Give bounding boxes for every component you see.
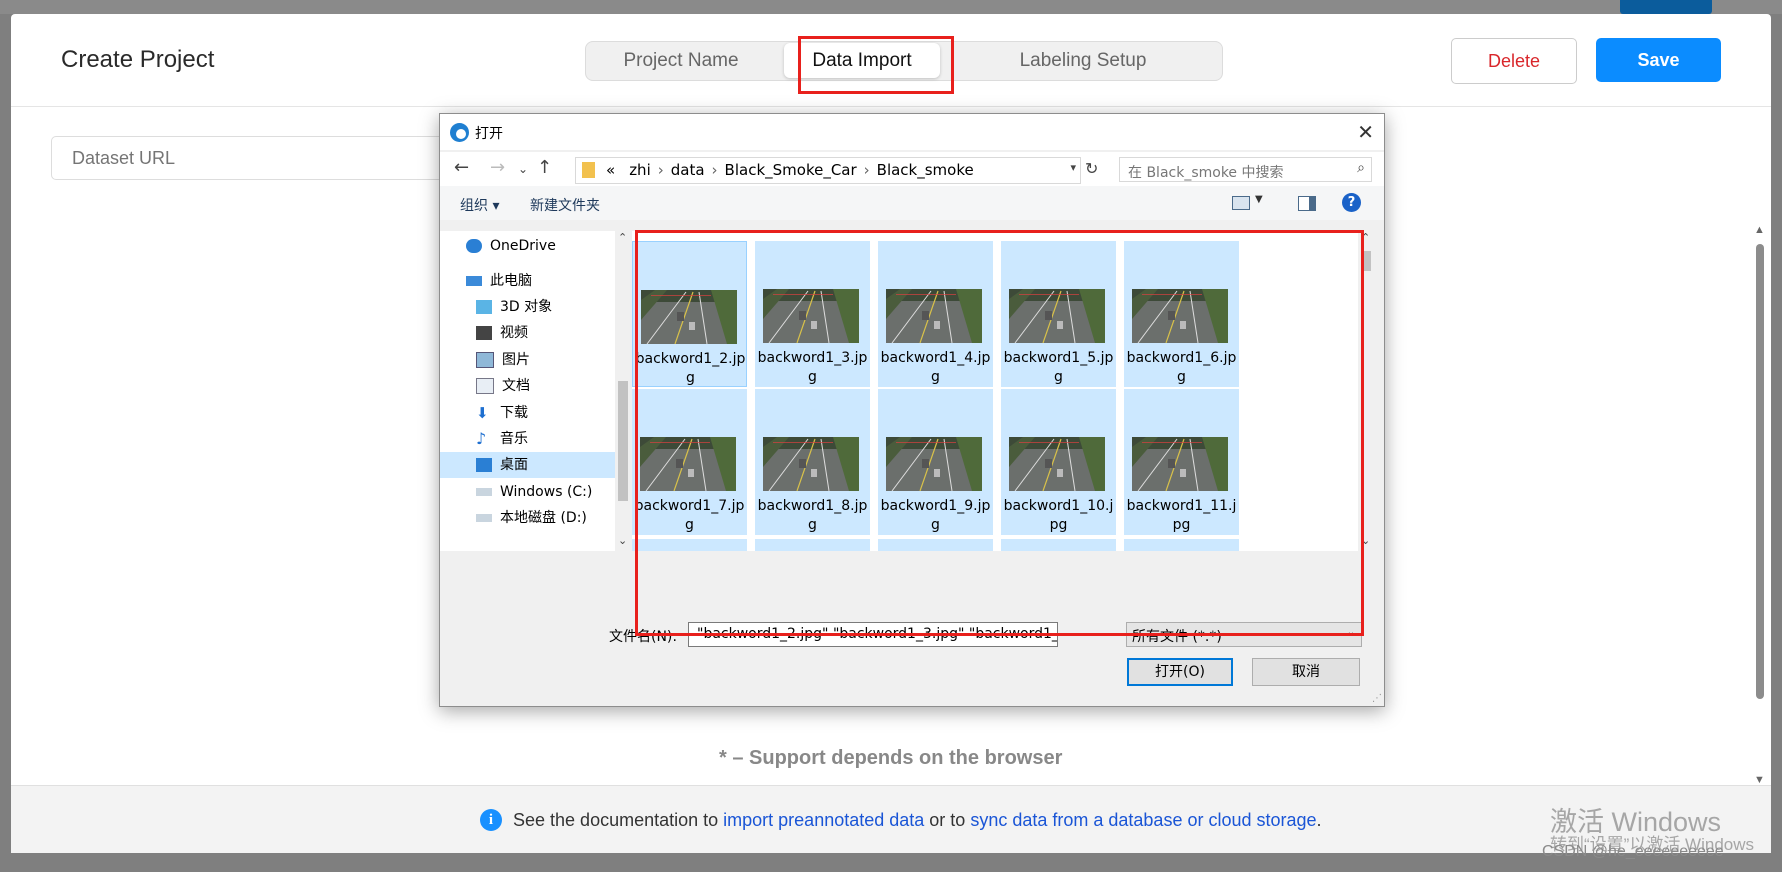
forward-arrow-icon[interactable]: → (490, 157, 505, 178)
close-icon[interactable]: ✕ (1357, 120, 1374, 144)
sidebar-item-label: 本地磁盘 (D:) (500, 510, 587, 526)
view-mode-icon[interactable] (1232, 196, 1250, 210)
sidebar-item-label: 此电脑 (490, 273, 532, 289)
search-input[interactable]: 在 Black_smoke 中搜索 ⌕ (1119, 157, 1372, 182)
modal-title: Create Project (61, 46, 215, 73)
sidebar-item-local-d[interactable]: 本地磁盘 (D:) (476, 505, 587, 531)
tab-project-name[interactable]: Project Name (586, 42, 776, 80)
sidebar-item-label: 下载 (500, 405, 528, 421)
sidebar-item-label: Windows (C:) (500, 484, 593, 500)
modal-scrollbar[interactable]: ▲ ▼ (1753, 224, 1767, 786)
cancel-button[interactable]: 取消 (1252, 658, 1360, 686)
dialog-command-bar: 组织 ▾ 新建文件夹 ▼ ? (440, 186, 1384, 220)
refresh-icon[interactable]: ↻ (1085, 159, 1098, 178)
breadcrumb-zhi[interactable]: zhi (629, 161, 651, 179)
nav-scrollbar[interactable]: ⌃ ⌄ (615, 231, 632, 551)
open-button[interactable]: 打开(O) (1127, 658, 1233, 686)
desktop-icon (476, 458, 492, 472)
sidebar-item-label: 音乐 (500, 431, 528, 447)
navigation-pane: OneDrive 此电脑 3D 对象 视频 图片 文档 ⬇ 下载 ♪ 音乐 桌面 W… (440, 231, 615, 551)
breadcrumb-overflow[interactable]: « (606, 161, 615, 179)
sidebar-item-3d-objects[interactable]: 3D 对象 (476, 294, 552, 320)
picture-icon (476, 352, 494, 368)
view-dropdown-icon[interactable]: ▼ (1255, 194, 1263, 205)
recent-dropdown-icon[interactable]: ⌄ (518, 162, 528, 176)
sidebar-item-onedrive[interactable]: OneDrive (466, 233, 556, 259)
cloud-icon (466, 239, 482, 253)
top-create-button[interactable] (1620, 0, 1712, 14)
scroll-up-arrow[interactable]: ⌃ (618, 231, 627, 244)
dialog-titlebar: 打开 ✕ (440, 114, 1384, 150)
sidebar-item-label: OneDrive (490, 238, 556, 254)
modal-footer: i See the documentation to import preann… (11, 785, 1771, 853)
sync-data-link[interactable]: sync data from a database or cloud stora… (970, 810, 1316, 830)
back-arrow-icon[interactable]: ← (454, 157, 469, 178)
download-icon: ⬇ (476, 404, 489, 422)
music-icon: ♪ (476, 429, 487, 448)
search-placeholder: 在 Black_smoke 中搜索 (1128, 165, 1284, 181)
info-icon: i (480, 809, 502, 831)
breadcrumb: «zhi › data › Black_Smoke_Car › Black_smoke (606, 161, 974, 179)
app-topbar (0, 0, 1782, 14)
sidebar-item-music[interactable]: ♪ 音乐 (476, 426, 528, 452)
sidebar-item-label: 3D 对象 (500, 299, 553, 315)
footer-text: See the documentation to import preannot… (513, 810, 1322, 831)
computer-icon (466, 276, 482, 286)
csdn-watermark: CSDN @he_eeeeeeeeee (1542, 843, 1724, 860)
document-icon (476, 378, 494, 394)
film-icon (476, 326, 492, 340)
sidebar-item-label: 图片 (502, 352, 530, 368)
up-arrow-icon[interactable]: ↑ (537, 157, 552, 178)
drive-icon (476, 488, 492, 496)
cube-icon (476, 300, 492, 314)
drive-icon (476, 514, 492, 522)
dialog-navigation-row: ← → ⌄ ↑ «zhi › data › Black_Smoke_Car › Black_… (440, 152, 1384, 186)
highlight-box-files (635, 230, 1364, 636)
breadcrumb-black-smoke-car[interactable]: Black_Smoke_Car (725, 161, 857, 179)
highlight-box-tab (798, 36, 954, 94)
scroll-thumb[interactable] (618, 381, 628, 501)
footer-suffix: . (1316, 810, 1322, 830)
new-folder-button[interactable]: 新建文件夹 (530, 195, 600, 215)
resize-grip-icon[interactable]: ⋰ (1372, 693, 1382, 704)
sidebar-item-windows-c[interactable]: Windows (C:) (476, 479, 592, 505)
scroll-down-arrow[interactable]: ⌄ (618, 534, 627, 547)
sidebar-item-documents[interactable]: 文档 (476, 373, 530, 399)
sidebar-item-label: 桌面 (500, 457, 528, 473)
scroll-thumb[interactable] (1756, 244, 1764, 699)
scroll-up-arrow[interactable]: ▲ (1754, 224, 1765, 236)
sidebar-item-label: 视频 (500, 325, 528, 341)
search-icon: ⌕ (1357, 160, 1365, 176)
help-icon[interactable]: ? (1342, 193, 1361, 212)
support-note: * – Support depends on the browser (719, 747, 1063, 769)
sidebar-item-label: 文档 (502, 378, 530, 394)
import-preannotated-link[interactable]: import preannotated data (723, 810, 924, 830)
footer-middle: or to (924, 810, 971, 830)
dialog-title: 打开 (475, 126, 503, 142)
sidebar-item-downloads[interactable]: ⬇ 下载 (476, 400, 528, 426)
sidebar-item-pictures[interactable]: 图片 (476, 347, 530, 373)
breadcrumb-data[interactable]: data (671, 161, 705, 179)
address-bar[interactable]: «zhi › data › Black_Smoke_Car › Black_smoke ▾ (575, 157, 1081, 184)
address-dropdown-icon[interactable]: ▾ (1070, 161, 1076, 174)
preview-pane-icon[interactable] (1298, 196, 1316, 211)
footer-prefix: See the documentation to (513, 810, 724, 830)
sidebar-item-desktop[interactable]: 桌面 (440, 452, 615, 478)
sidebar-item-videos[interactable]: 视频 (476, 320, 528, 346)
breadcrumb-black-smoke[interactable]: Black_smoke (877, 161, 974, 179)
folder-icon (582, 162, 595, 178)
delete-button[interactable]: Delete (1451, 38, 1577, 84)
tab-labeling-setup[interactable]: Labeling Setup (948, 42, 1218, 80)
sidebar-item-this-pc[interactable]: 此电脑 (466, 268, 532, 294)
save-button[interactable]: Save (1596, 38, 1721, 82)
dataset-url-input[interactable] (51, 136, 451, 180)
edge-browser-icon (450, 123, 469, 142)
organize-menu[interactable]: 组织 ▾ (460, 195, 499, 215)
